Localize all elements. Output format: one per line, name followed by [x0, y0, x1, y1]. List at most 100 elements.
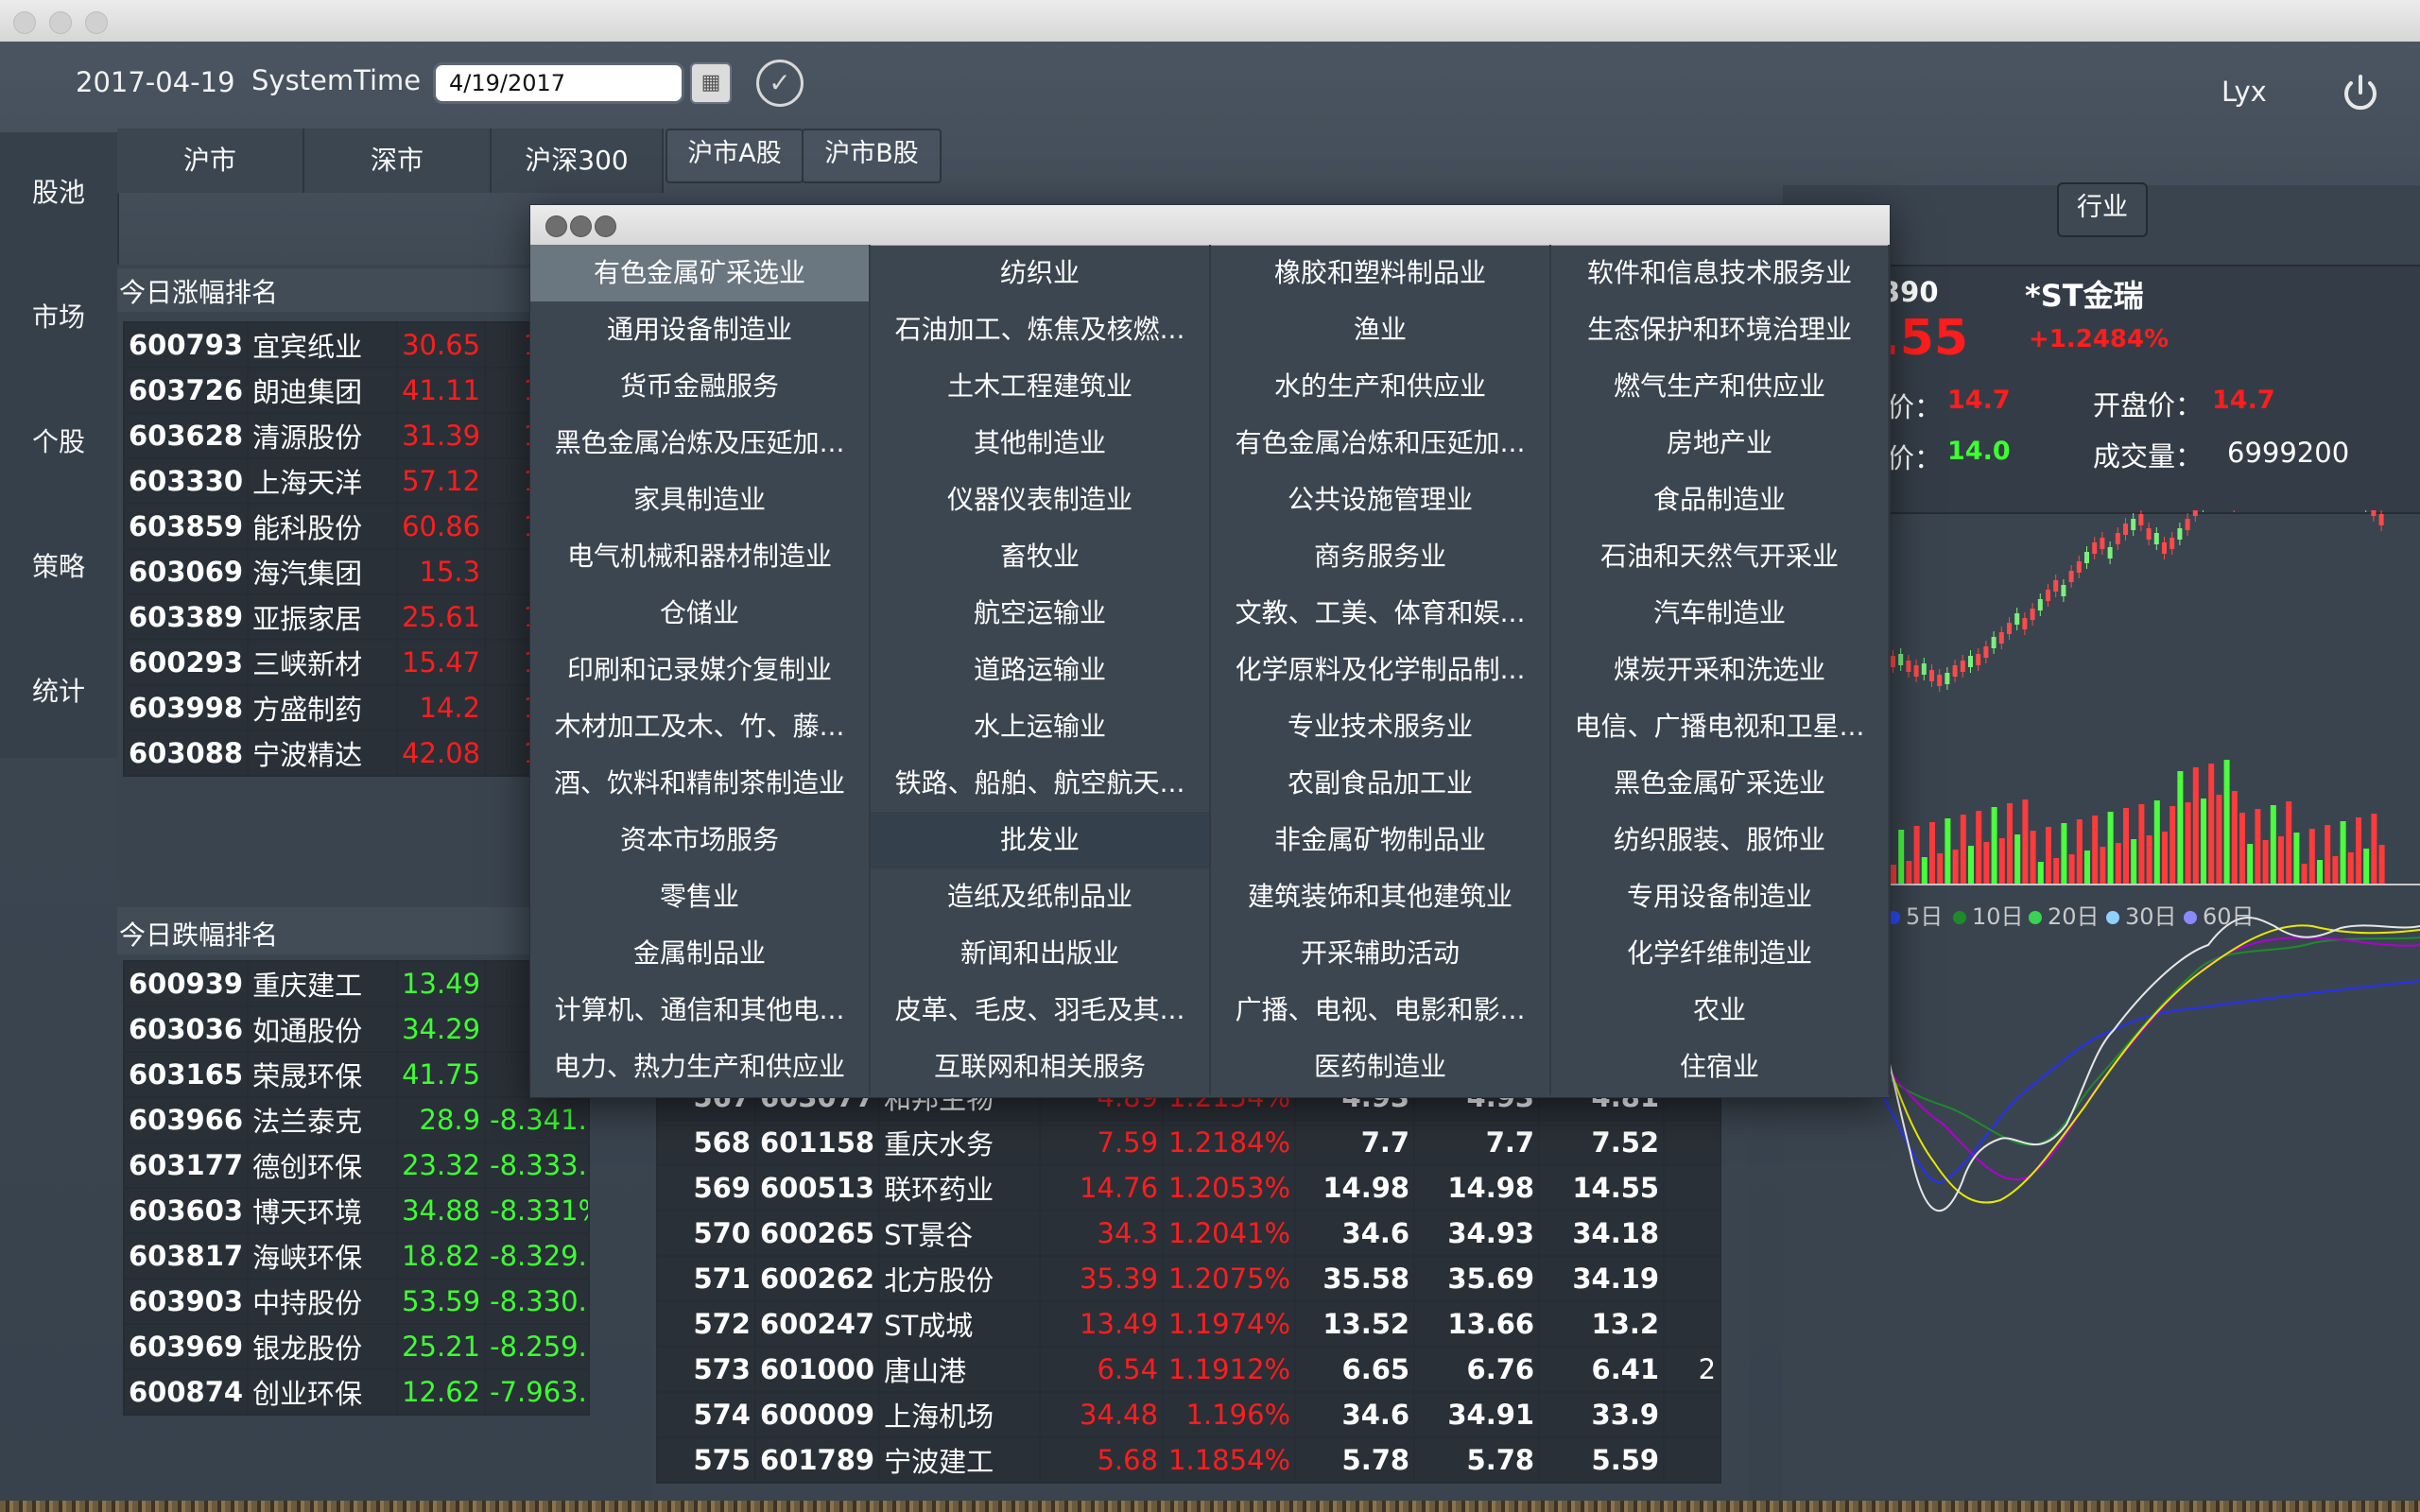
minimize-window-button[interactable] — [49, 11, 72, 34]
industry-item[interactable]: 印刷和记录媒介复制业 — [530, 642, 871, 698]
tab-shanghai-b[interactable]: 沪市B股 — [802, 129, 942, 183]
industry-item[interactable]: 木材加工及木、竹、藤... — [530, 698, 871, 755]
confirm-check-icon[interactable]: ✓ — [756, 60, 804, 107]
table-row[interactable]: 575 601789 宁波建工 5.68 1.1854% 5.78 5.78 5.59 — [656, 1436, 1722, 1484]
industry-item[interactable]: 橡胶和塑料制品业 — [1211, 245, 1551, 301]
industry-item[interactable]: 非金属矿物制品业 — [1211, 812, 1551, 868]
industry-item[interactable]: 道路运输业 — [871, 642, 1211, 698]
industry-item[interactable]: 电信、广播电视和卫星... — [1551, 698, 1890, 755]
industry-item[interactable]: 仪器仪表制造业 — [871, 472, 1211, 528]
table-row[interactable]: 603330上海天洋57.1212.5 — [122, 457, 591, 505]
industry-item[interactable]: 家具制造业 — [530, 472, 871, 528]
table-row[interactable]: 574 600009 上海机场 34.48 1.196% 34.6 34.91 33.9 — [656, 1391, 1722, 1438]
industry-item[interactable]: 零售业 — [530, 868, 871, 925]
industry-item[interactable]: 新闻和出版业 — [871, 925, 1211, 982]
table-row[interactable]: 603389亚振家居25.6112.4 — [122, 593, 591, 641]
table-row[interactable]: 603088宁波精达42.0812.4 — [122, 730, 591, 777]
table-row[interactable]: 600874创业环保12.62-7.963... — [122, 1368, 591, 1416]
industry-item[interactable]: 电气机械和器材制造业 — [530, 528, 871, 585]
industry-item[interactable]: 电力、热力生产和供应业 — [530, 1039, 871, 1095]
table-row[interactable]: 571 600262 北方股份 35.39 1.2075% 35.58 35.69 34.19 — [656, 1255, 1722, 1302]
zoom-window-button[interactable] — [85, 11, 108, 34]
table-row[interactable]: 603969银龙股份25.21-8.259... — [122, 1323, 591, 1370]
industry-item[interactable]: 水的生产和供应业 — [1211, 358, 1551, 415]
industry-item[interactable]: 畜牧业 — [871, 528, 1211, 585]
industry-item[interactable]: 皮革、毛皮、羽毛及其... — [871, 982, 1211, 1039]
industry-item[interactable]: 批发业 — [871, 812, 1211, 868]
industry-item[interactable]: 开采辅助活动 — [1211, 925, 1551, 982]
industry-item[interactable]: 广播、电视、电影和影... — [1211, 982, 1551, 1039]
sidebar-item-statistics[interactable]: 统计 — [0, 663, 117, 720]
industry-item[interactable]: 互联网和相关服务 — [871, 1039, 1211, 1095]
table-row[interactable]: 600793宜宾纸业30.6512.5 — [122, 321, 591, 369]
table-row[interactable]: 603903中持股份53.59-8.330... — [122, 1278, 591, 1325]
industry-item[interactable]: 汽车制造业 — [1551, 585, 1890, 642]
industry-item[interactable]: 化学纤维制造业 — [1551, 925, 1890, 982]
industry-item[interactable]: 仓储业 — [530, 585, 871, 642]
industry-item[interactable]: 计算机、通信和其他电... — [530, 982, 871, 1039]
industry-item[interactable]: 房地产业 — [1551, 415, 1890, 472]
industry-item[interactable]: 铁路、船舶、航空航天... — [871, 755, 1211, 812]
industry-item[interactable]: 黑色金属矿采选业 — [1551, 755, 1890, 812]
date-input[interactable]: 4/19/2017 — [433, 62, 684, 104]
tab-shanghai-a[interactable]: 沪市A股 — [666, 129, 804, 183]
industry-item[interactable]: 燃气生产和供应业 — [1551, 358, 1890, 415]
industry-item[interactable]: 航空运输业 — [871, 585, 1211, 642]
sidebar-item-market[interactable]: 市场 — [0, 289, 117, 346]
table-row[interactable]: 603859能科股份60.8612.4 — [122, 503, 591, 550]
table-row[interactable]: 603603博天环境34.88-8.331% — [122, 1187, 591, 1234]
table-row[interactable]: 572 600247 ST成城 13.49 1.1974% 13.52 13.66 13.2 — [656, 1300, 1722, 1348]
industry-item[interactable]: 渔业 — [1211, 301, 1551, 358]
table-row[interactable]: 569 600513 联环药业 14.76 1.2053% 14.98 14.98 14.55 — [656, 1164, 1722, 1211]
table-row[interactable]: 603817海峡环保18.82-8.329... — [122, 1232, 591, 1280]
table-row[interactable]: 600939重庆建工13.49-8.3 — [122, 960, 591, 1007]
table-row[interactable]: 600293三峡新材15.4712.4 — [122, 639, 591, 686]
industry-item[interactable]: 资本市场服务 — [530, 812, 871, 868]
industry-item[interactable]: 化学原料及化学制品制... — [1211, 642, 1551, 698]
industry-item[interactable]: 石油和天然气开采业 — [1551, 528, 1890, 585]
calendar-icon[interactable]: ▦ — [690, 62, 732, 104]
industry-item[interactable]: 食品制造业 — [1551, 472, 1890, 528]
industry-item[interactable]: 煤炭开采和洗选业 — [1551, 642, 1890, 698]
industry-item[interactable]: 纺织业 — [871, 245, 1211, 301]
industry-item[interactable]: 土木工程建筑业 — [871, 358, 1211, 415]
table-row[interactable]: 603966法兰泰克28.9-8.341... — [122, 1096, 591, 1143]
sidebar-item-strategy[interactable]: 策略 — [0, 539, 117, 595]
table-row[interactable]: 603165荣晟环保41.75-8.3 — [122, 1051, 591, 1098]
industry-item[interactable]: 有色金属矿采选业 — [530, 245, 871, 301]
table-row[interactable]: 570 600265 ST景谷 34.3 1.2041% 34.6 34.93 34.18 — [656, 1210, 1722, 1257]
industry-item[interactable]: 造纸及纸制品业 — [871, 868, 1211, 925]
industry-item[interactable]: 有色金属冶炼和压延加... — [1211, 415, 1551, 472]
industry-item[interactable]: 货币金融服务 — [530, 358, 871, 415]
tab-shanghai[interactable]: 沪市 — [117, 129, 304, 193]
tab-hs300[interactable]: 沪深300 — [492, 129, 664, 193]
industry-item[interactable]: 软件和信息技术服务业 — [1551, 245, 1890, 301]
close-window-button[interactable] — [13, 11, 36, 34]
industry-item[interactable]: 其他制造业 — [871, 415, 1211, 472]
table-row[interactable]: 573 601000 唐山港 6.54 1.1912% 6.65 6.76 6.41 2 — [656, 1346, 1722, 1393]
industry-item[interactable]: 金属制品业 — [530, 925, 871, 982]
table-row[interactable]: 603726朗迪集团41.1112.5 — [122, 367, 591, 414]
table-row[interactable]: 568 601158 重庆水务 7.59 1.2184% 7.7 7.7 7.52 — [656, 1119, 1722, 1166]
industry-item[interactable]: 农副食品加工业 — [1211, 755, 1551, 812]
dialog-minimize-button[interactable] — [570, 215, 592, 237]
industry-button[interactable]: 行业 — [2057, 182, 2148, 237]
power-icon[interactable] — [2339, 72, 2382, 115]
sidebar-item-stock[interactable]: 个股 — [0, 414, 117, 471]
industry-item[interactable]: 专用设备制造业 — [1551, 868, 1890, 925]
tab-shenzhen[interactable]: 深市 — [304, 129, 492, 193]
industry-item[interactable]: 住宿业 — [1551, 1039, 1890, 1095]
sidebar-item-stock-pool[interactable]: 股池 — [0, 164, 117, 221]
industry-item[interactable]: 生态保护和环境治理业 — [1551, 301, 1890, 358]
industry-item[interactable]: 专业技术服务业 — [1211, 698, 1551, 755]
industry-item[interactable]: 公共设施管理业 — [1211, 472, 1551, 528]
industry-item[interactable]: 纺织服装、服饰业 — [1551, 812, 1890, 868]
industry-item[interactable]: 医药制造业 — [1211, 1039, 1551, 1095]
table-row[interactable]: 603628清源股份31.3912.5 — [122, 412, 591, 459]
industry-item[interactable]: 文教、工美、体育和娱... — [1211, 585, 1551, 642]
table-row[interactable]: 603036如通股份34.29-8.3 — [122, 1005, 591, 1053]
industry-item[interactable]: 农业 — [1551, 982, 1890, 1039]
table-row[interactable]: 603998方盛制药14.212.4 — [122, 684, 591, 731]
industry-item[interactable]: 黑色金属冶炼及压延加... — [530, 415, 871, 472]
dialog-zoom-button[interactable] — [595, 215, 616, 237]
